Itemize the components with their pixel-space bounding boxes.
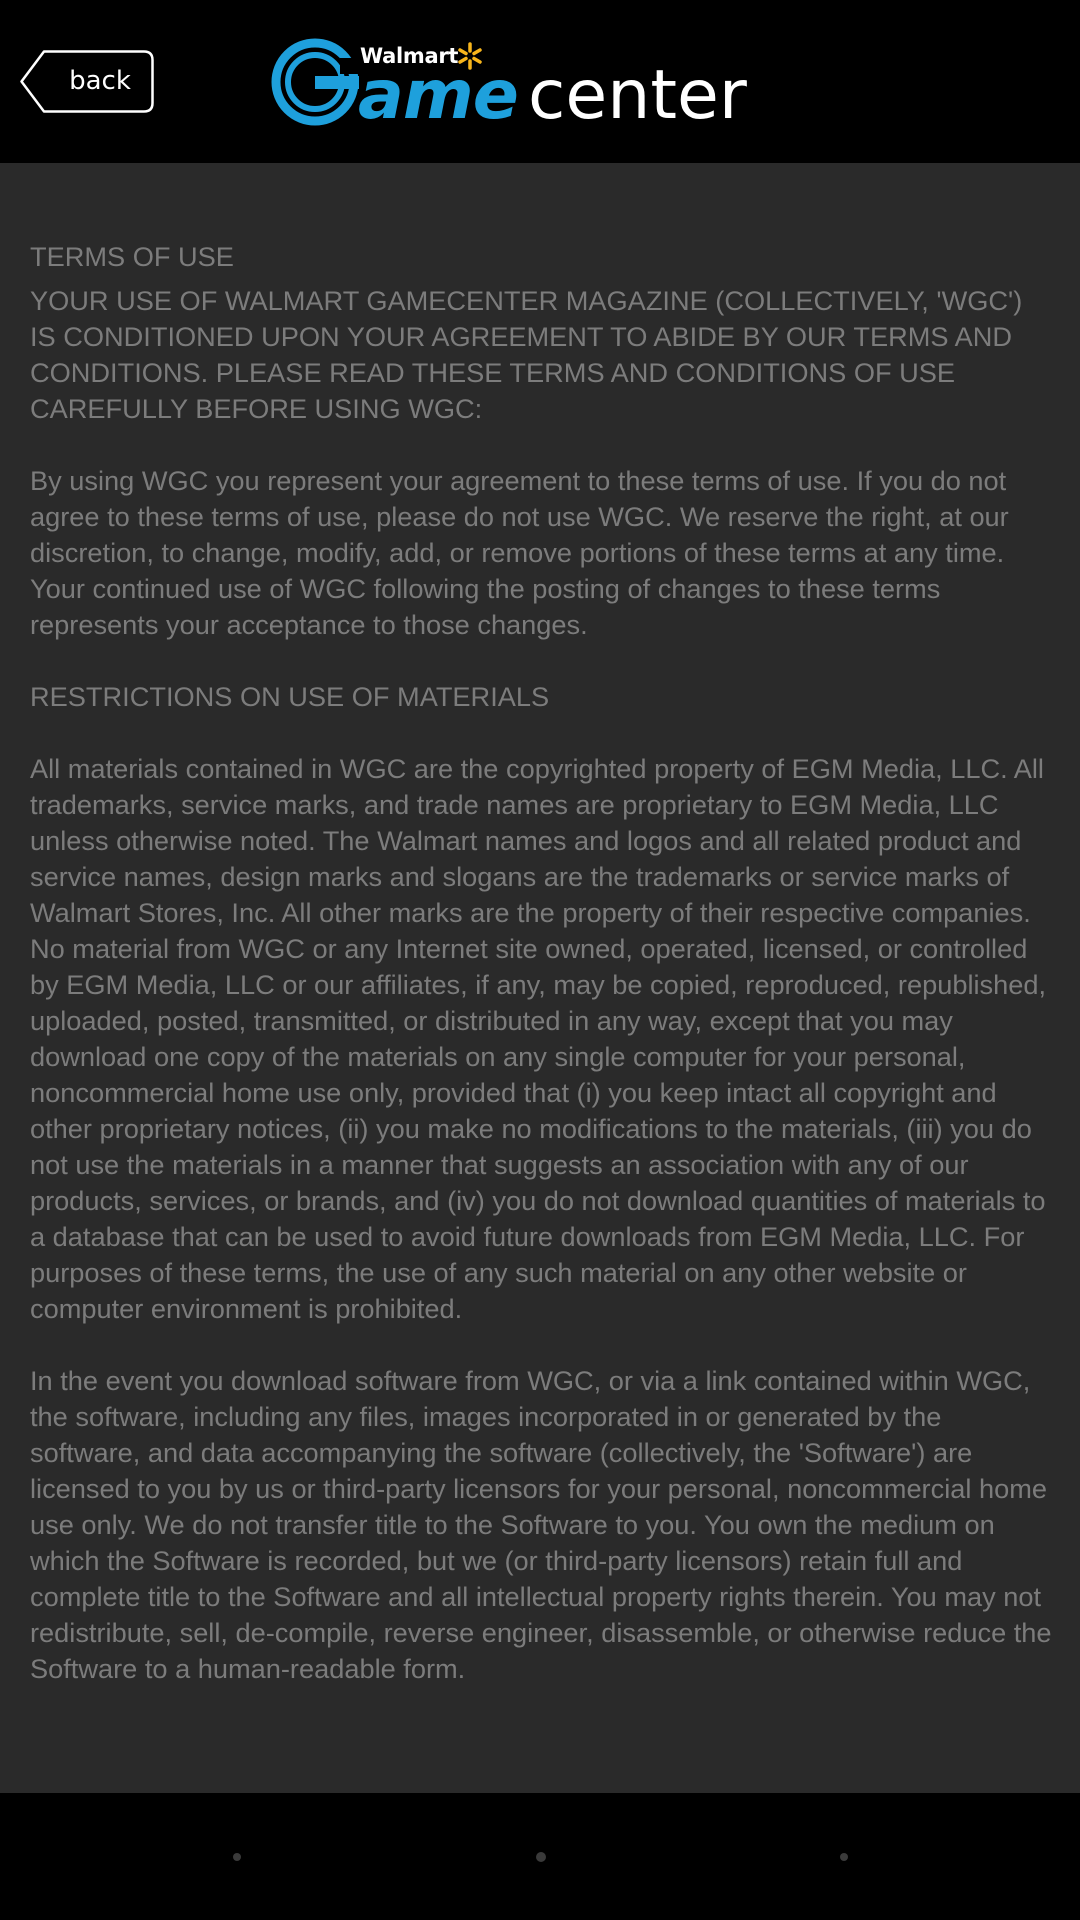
nav-home-dot-icon[interactable] (536, 1852, 546, 1862)
back-label: back (69, 66, 131, 96)
system-navigation-bar (0, 1793, 1080, 1920)
terms-intro-paragraph: YOUR USE OF WALMART GAMECENTER MAGAZINE … (30, 285, 1023, 424)
terms-agreement-paragraph: By using WGC you represent your agreemen… (30, 465, 1009, 640)
terms-document: TERMS OF USE YOUR USE OF WALMART GAMECEN… (30, 239, 1054, 1723)
terms-heading: TERMS OF USE (30, 241, 234, 272)
nav-back-dot-icon[interactable] (233, 1853, 241, 1861)
gamecenter-logo: Walmart ame center (270, 36, 815, 135)
app-header: back Walmart ame center (0, 0, 1080, 163)
nav-recents-dot-icon[interactable] (840, 1853, 848, 1861)
terms-scroll-area[interactable]: TERMS OF USE YOUR USE OF WALMART GAMECEN… (0, 163, 1080, 1793)
restrictions-heading: RESTRICTIONS ON USE OF MATERIALS (30, 681, 550, 712)
logo-center-text: center (528, 56, 747, 135)
materials-paragraph: All materials contained in WGC are the c… (30, 753, 1047, 1324)
logo-game-text: ame (358, 56, 519, 135)
software-paragraph: In the event you download software from … (30, 1365, 1052, 1684)
back-button[interactable]: back (20, 50, 154, 113)
